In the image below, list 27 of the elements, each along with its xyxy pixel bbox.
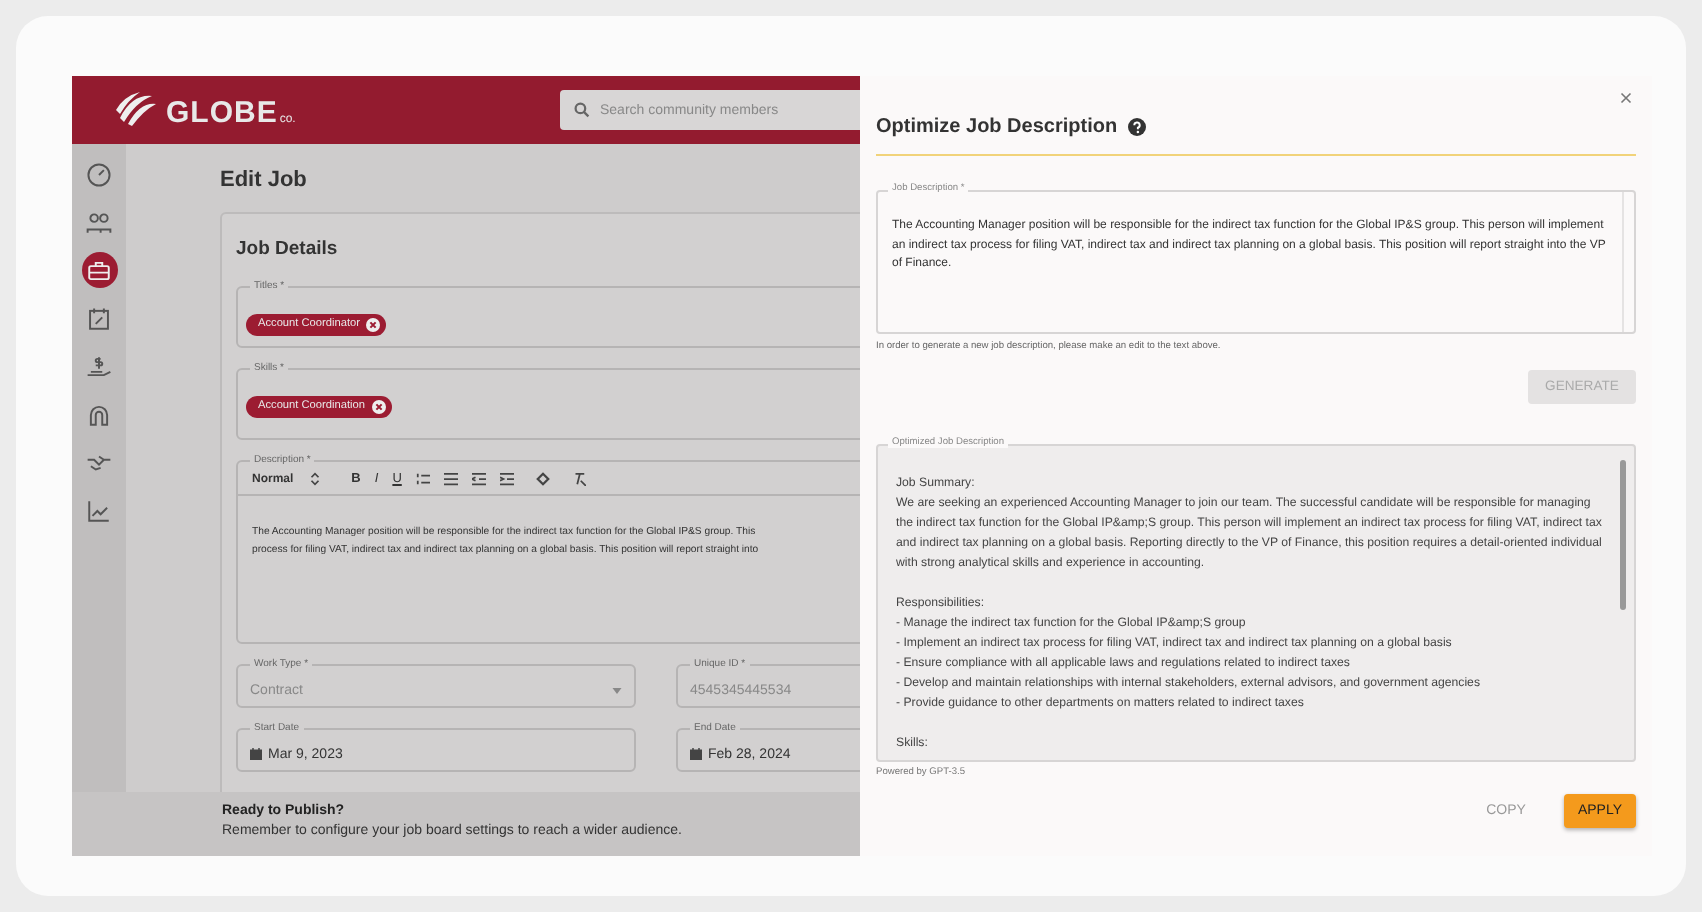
- clear-format-icon[interactable]: [571, 472, 586, 486]
- drawer-title: Optimize Job Description: [876, 116, 1118, 138]
- close-icon[interactable]: [1620, 92, 1632, 104]
- remove-icon[interactable]: [366, 317, 380, 331]
- chart-icon: [86, 497, 112, 523]
- globe-logo-icon: [112, 90, 160, 130]
- sidebar-item[interactable]: [81, 252, 117, 288]
- card-title: Job Details: [236, 238, 340, 260]
- outdent-icon[interactable]: [471, 472, 486, 486]
- page-title: Edit Job: [220, 168, 309, 192]
- people-icon: [86, 209, 112, 235]
- bullet-list-icon[interactable]: [443, 472, 458, 486]
- remove-icon[interactable]: [371, 399, 385, 413]
- calendar-icon: [86, 305, 112, 331]
- indent-icon[interactable]: [499, 472, 514, 486]
- magnet-icon: [86, 401, 112, 427]
- dropdown-caret-icon: [612, 687, 622, 693]
- help-icon[interactable]: [1127, 118, 1146, 136]
- search-icon: [574, 102, 590, 118]
- calendar-icon: [690, 748, 702, 760]
- briefcase-icon: [86, 257, 112, 283]
- logo-text: GLOBE: [166, 96, 278, 130]
- sort-caret-icon: [307, 472, 322, 486]
- numbered-list-icon[interactable]: [415, 472, 430, 486]
- money-hand-icon: [86, 353, 112, 379]
- gauge-icon: [86, 161, 112, 187]
- calendar-icon: [250, 748, 262, 760]
